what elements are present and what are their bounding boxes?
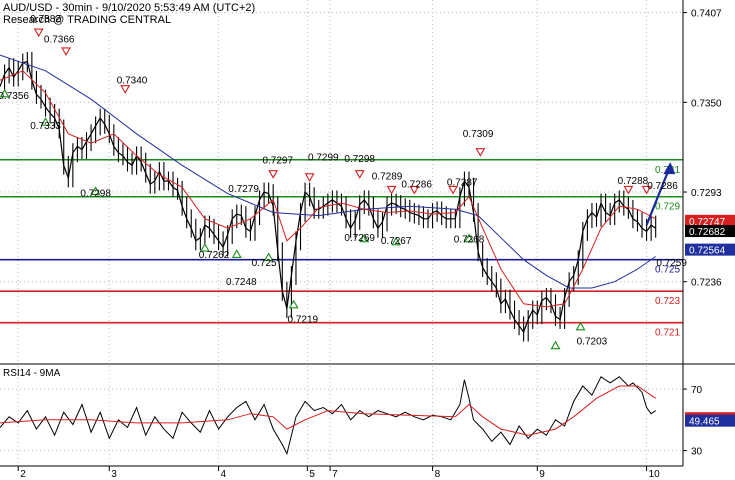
x-tick-label: 7 [332,469,338,480]
rsi-tag-label: 49.465 [689,417,720,428]
price-label: 0.7289 [372,171,403,182]
price-label: 0.7269 [344,233,375,244]
price-label: 0.7366 [44,34,75,45]
price-label: 0.7340 [117,75,148,86]
down-triangle-marker [475,148,486,157]
x-tick-label: 3 [111,469,117,480]
rsi-gridlines [0,366,683,466]
price-label: 0.7287 [447,178,478,189]
rsi-tick-label: 70 [691,385,703,396]
price-labels: 0.73820.73660.73560.73400.73330.72980.72… [0,14,687,348]
price-label: 0.7286 [647,181,678,192]
down-triangle-marker [268,170,279,179]
price-label: 0.725 [252,258,277,269]
price-label: 0.7288 [618,176,649,187]
y-tick-label: 0.7407 [691,9,722,20]
chart-title: AUD/USD - 30min - 9/10/2020 5:53:49 AM (… [3,2,256,14]
price-tag-label: 0.72682 [689,227,726,238]
down-triangle-marker [354,170,365,179]
price-label: 0.7203 [577,337,608,348]
y-tick-label: 0.7236 [691,278,722,289]
price-label: 0.7333 [30,121,61,132]
rsi-line [0,376,656,456]
price-label: 0.7309 [463,129,494,140]
main-gridlines [0,0,683,362]
up-triangle-marker [550,340,561,350]
ma-slow-line [0,54,656,289]
price-label: 0.7298 [344,154,375,165]
price-tag-label: 0.72564 [689,246,726,257]
y-tick-label: 0.7350 [691,98,722,109]
price-label: 0.7298 [80,189,111,200]
price-label: 0.7268 [454,234,485,245]
x-tick-label: 4 [221,469,227,480]
x-tick-label: 9 [539,469,545,480]
price-label: 0.7299 [308,153,339,164]
level-label: 0.729 [655,202,680,213]
x-tick-label: 5 [309,469,315,480]
x-tick-label: 8 [435,469,441,480]
price-label: 0.7297 [262,156,293,167]
price-label: 0.7219 [287,315,318,326]
chart-canvas: 0.7310.7290.7250.7230.721 0.73820.73660.… [0,0,735,480]
price-label: 0.7267 [381,236,412,247]
down-triangle-marker [304,173,315,182]
x-tick-label: 2 [20,469,26,480]
down-triangle-marker [120,85,131,94]
price-label: 0.7286 [401,179,432,190]
y-tick-label: 0.7293 [691,188,722,199]
up-triangle-marker [575,321,586,331]
chart-source: Research @ TRADING CENTRAL [3,14,172,26]
rsi-series [0,376,656,456]
down-triangle-marker [33,28,44,38]
level-label: 0.723 [655,296,680,307]
price-label: 0.7248 [226,277,257,288]
rsi-ma-line [0,385,656,436]
rsi-tick-label: 30 [691,447,703,458]
x-tick-label: 10 [649,469,661,480]
indicator-label: RSI14 - 9MA [3,368,61,379]
price-label: 0.7279 [228,184,259,195]
level-label: 0.721 [655,328,680,339]
down-triangle-marker [61,47,71,57]
price-label: 0.7356 [0,91,29,102]
down-triangle-marker [623,185,634,195]
price-label: 0.7262 [199,250,230,261]
up-triangle-marker [231,249,242,258]
